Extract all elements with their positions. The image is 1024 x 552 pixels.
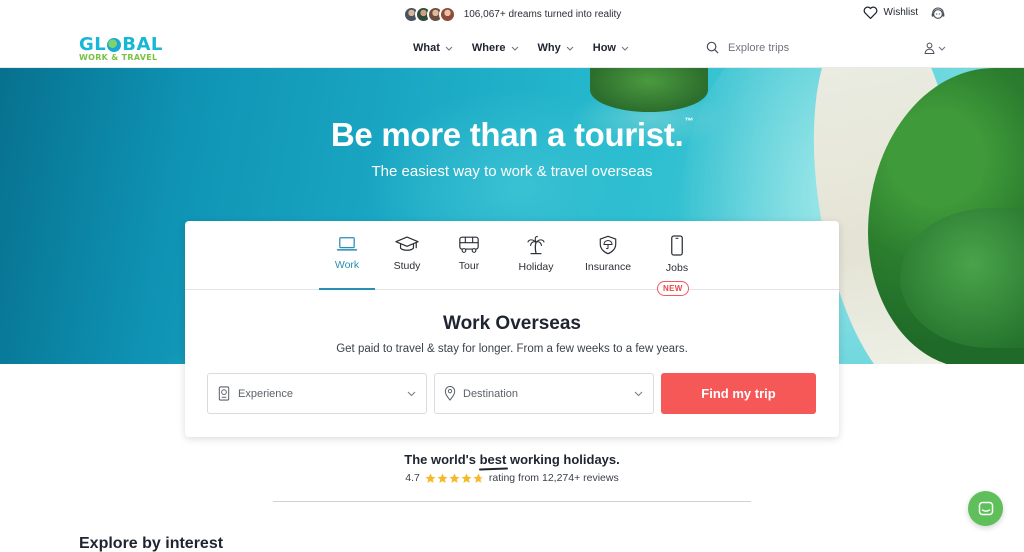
card-title: Work Overseas	[442, 313, 581, 334]
search-input[interactable]	[728, 41, 848, 54]
chevron-down-icon	[445, 46, 453, 51]
star-rating	[425, 473, 484, 484]
hero-island-shape	[590, 68, 708, 112]
star-icon	[461, 473, 472, 483]
explore-search	[706, 41, 848, 54]
tab-work[interactable]: Work	[319, 235, 375, 271]
hero-subtitle: The easiest way to work & travel oversea…	[371, 163, 653, 180]
menu-item-what[interactable]: What	[413, 42, 453, 54]
tab-study[interactable]: Study	[385, 235, 429, 272]
menu-item-why[interactable]: Why	[538, 42, 574, 54]
support-headset-icon[interactable]	[930, 6, 946, 22]
graduation-cap-icon	[395, 236, 419, 251]
destination-label: Destination	[463, 387, 519, 400]
map-pin-icon	[444, 386, 456, 401]
chevron-down-icon	[407, 391, 416, 396]
globe-icon	[107, 38, 122, 52]
tagline-emphasis: best	[479, 452, 507, 467]
tab-holiday[interactable]: Holiday	[511, 235, 561, 273]
shield-umbrella-icon	[599, 235, 617, 255]
tab-jobs[interactable]: Jobs	[659, 235, 695, 274]
account-menu[interactable]	[924, 42, 946, 54]
phone-icon	[671, 235, 683, 256]
rating-score: 4.7	[405, 472, 420, 484]
tab-insurance[interactable]: Insurance	[581, 235, 635, 273]
chevron-down-icon	[621, 46, 629, 51]
rating-count-text: rating from 12,274+ reviews	[488, 472, 619, 484]
destination-select[interactable]: Destination	[434, 373, 654, 414]
trip-finder-card: Work Study Tour Holiday Insurance Jobs N…	[185, 221, 839, 437]
wishlist-link[interactable]: Wishlist	[863, 6, 918, 19]
menu-item-where[interactable]: Where	[472, 42, 519, 54]
logo-tagline: WORK & TRAVEL	[79, 53, 158, 62]
star-icon	[425, 473, 436, 483]
tab-tour[interactable]: Tour	[449, 235, 489, 272]
social-proof-text: 106,067+ dreams turned into reality	[463, 9, 622, 20]
global-work-travel-logo[interactable]: GL BAL WORK & TRAVEL	[79, 34, 165, 63]
laptop-icon	[336, 237, 358, 251]
star-icon	[437, 473, 448, 483]
category-tabs: Work Study Tour Holiday Insurance Jobs	[185, 221, 839, 290]
chevron-down-icon	[634, 391, 643, 396]
heart-icon	[863, 6, 877, 19]
user-icon	[924, 42, 935, 54]
new-badge: NEW	[657, 281, 689, 296]
find-my-trip-button[interactable]: Find my trip	[661, 373, 816, 414]
trademark-mark: ™	[684, 116, 694, 126]
logo-wordmark: GL BAL	[79, 34, 163, 55]
chat-launcher-button[interactable]	[968, 491, 1003, 526]
card-subtitle: Get paid to travel & stay for longer. Fr…	[336, 343, 688, 355]
section-divider	[273, 501, 751, 502]
chevron-down-icon	[511, 46, 518, 51]
star-half-icon	[473, 473, 484, 483]
chat-bubble-icon	[978, 501, 993, 515]
chevron-down-icon	[938, 46, 946, 51]
explore-by-interest-heading: Explore by interest	[79, 535, 224, 552]
hero-title: Be more than a tourist.™	[330, 116, 694, 153]
traveller-avatars	[402, 6, 456, 23]
star-icon	[449, 473, 460, 483]
rating-summary: 4.7 rating from 12,274+ reviews	[0, 472, 1024, 484]
wishlist-label: Wishlist	[883, 7, 918, 18]
chevron-down-icon	[566, 46, 574, 51]
reviews-tagline: The world's best working holidays.	[404, 452, 620, 467]
bus-icon	[459, 236, 479, 253]
menu-item-how[interactable]: How	[593, 42, 629, 54]
experience-label: Experience	[238, 387, 294, 400]
experience-select[interactable]: Experience	[207, 373, 427, 414]
main-navbar: GL BAL WORK & TRAVEL What Where Why How	[0, 29, 1024, 67]
avatar	[438, 6, 456, 23]
active-tab-indicator	[319, 288, 375, 290]
primary-menu: What Where Why How	[413, 42, 629, 54]
passport-icon	[218, 386, 230, 401]
search-icon	[706, 41, 719, 54]
palm-tree-icon	[527, 236, 545, 255]
